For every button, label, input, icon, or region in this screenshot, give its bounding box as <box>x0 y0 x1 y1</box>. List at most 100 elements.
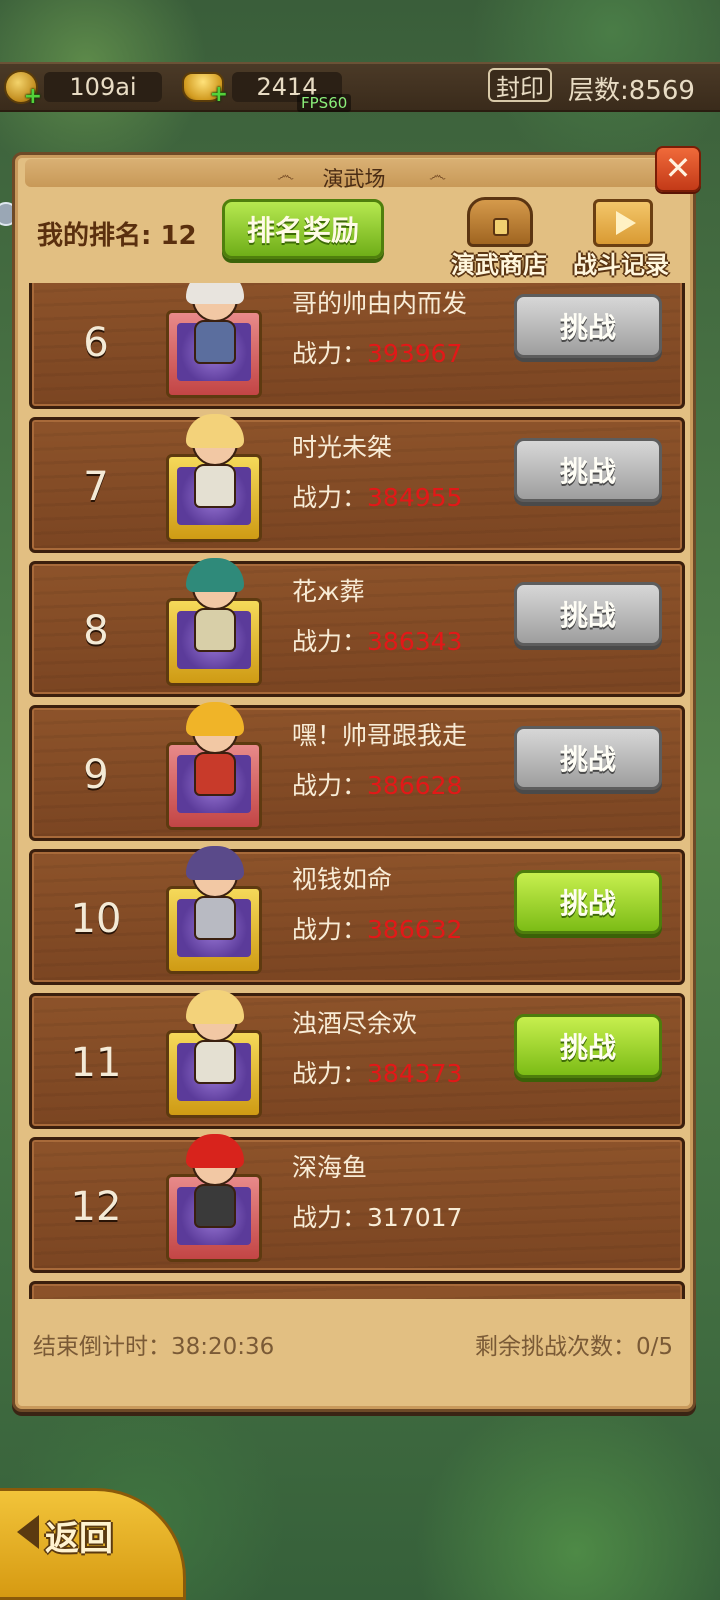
my-rank: 我的排名: 12 <box>37 221 197 251</box>
ranking-list[interactable]: 6 哥的帅由内而发 战力：393967 挑战 7 时光未桀 战力：384955 挑战 8 花ж葬战… <box>29 283 685 1299</box>
hero-body <box>194 1184 236 1228</box>
coin-icon: + <box>4 70 42 108</box>
combat-power-value: 386632 <box>367 915 463 944</box>
challenge-button[interactable]: 挑战 <box>514 438 662 502</box>
challenge-button[interactable]: 挑战 <box>514 870 662 934</box>
panel-title-bar: ෴ 演武场 ෴ <box>25 159 683 191</box>
hero-body <box>194 608 236 652</box>
hero-body <box>194 1040 236 1084</box>
combat-power: 战力：317017 <box>292 1198 462 1234</box>
remaining-challenges: 剩余挑战次数：0/5 <box>474 1334 673 1360</box>
rank-number: 10 <box>70 896 122 942</box>
arena-shop-label: 演武商店 <box>451 251 547 279</box>
treasure-chest-icon <box>467 197 533 247</box>
player-name: 时光未桀 <box>292 433 393 462</box>
combat-power-value: 393967 <box>367 339 463 368</box>
battle-record-button[interactable]: 战斗记录 <box>567 195 675 279</box>
seal-button[interactable]: 封印 <box>488 68 552 102</box>
ranking-row: 7 时光未桀战力：384955 挑战 <box>29 414 685 553</box>
combat-power-label: 战力： <box>292 771 368 800</box>
arena-shop-button[interactable]: 演武商店 <box>445 195 553 279</box>
combat-power-value: 317017 <box>367 1203 463 1232</box>
fps-counter: FPS60 <box>297 94 352 112</box>
hero-avatar <box>176 846 254 950</box>
combat-power: 战力：384373 <box>292 1054 462 1090</box>
swirl-ornament-icon: ෴ <box>429 165 447 186</box>
challenge-button[interactable]: 挑战 <box>514 294 662 358</box>
combat-power-label: 战力： <box>292 1059 368 1088</box>
add-icon: + <box>23 84 42 109</box>
combat-power: 战力：386632 <box>292 910 462 946</box>
ranking-row: 12 深海鱼战力：317017 <box>29 1134 685 1273</box>
panel-footer: 结束倒计时：38:20:36 剩余挑战次数：0/5 <box>33 1327 673 1363</box>
combat-power-label: 战力： <box>292 627 368 656</box>
rank-number: 8 <box>83 608 109 654</box>
hero-avatar <box>176 1134 254 1238</box>
hero-hair <box>186 702 244 736</box>
floor-count: 层数:8569 <box>568 76 695 106</box>
player-name: 深海鱼 <box>292 1153 368 1182</box>
rank-number: 6 <box>83 320 109 366</box>
add-icon: + <box>209 82 228 107</box>
challenge-button[interactable]: 挑战 <box>514 1014 662 1078</box>
hero-hair <box>186 990 244 1024</box>
player-name: 视钱如命 <box>292 865 393 894</box>
ranking-row-partial <box>29 1281 685 1299</box>
player-name: 花ж葬 <box>292 577 365 606</box>
ranking-row: 8 花ж葬战力：386343 挑战 <box>29 558 685 697</box>
battle-record-label: 战斗记录 <box>573 251 669 279</box>
panel-title: 演武场 <box>322 167 386 191</box>
player-name: 嘿！帅哥跟我走 <box>292 721 468 750</box>
rank-number: 9 <box>83 752 109 798</box>
combat-power-label: 战力： <box>292 1203 368 1232</box>
combat-power: 战力：386343 <box>292 622 462 658</box>
combat-power-label: 战力： <box>292 483 368 512</box>
back-label: 返回 <box>45 1519 113 1559</box>
combat-power-value: 386628 <box>367 771 463 800</box>
hero-hair <box>186 283 244 304</box>
end-countdown: 结束倒计时：38:20:36 <box>33 1334 275 1360</box>
combat-power-value: 386343 <box>367 627 463 656</box>
hero-avatar <box>176 990 254 1094</box>
rank-number: 11 <box>70 1040 122 1086</box>
combat-power: 战力：393967 <box>292 334 462 370</box>
back-arrow-icon <box>17 1515 39 1549</box>
combat-power-value: 384373 <box>367 1059 463 1088</box>
hero-body <box>194 464 236 508</box>
gold-ingot-icon: + <box>182 72 228 106</box>
challenge-button[interactable]: 挑战 <box>514 726 662 790</box>
rank-number: 12 <box>70 1184 122 1230</box>
close-button[interactable]: ✕ <box>655 146 701 192</box>
ranking-row: 11 浊酒尽余欢战力：384373 挑战 <box>29 990 685 1129</box>
rank-reward-button[interactable]: 排名奖励 <box>222 199 384 259</box>
hero-hair <box>186 558 244 592</box>
combat-power-label: 战力： <box>292 339 368 368</box>
combat-power: 战力：386628 <box>292 766 462 802</box>
combat-power-label: 战力： <box>292 915 368 944</box>
hero-hair <box>186 414 244 448</box>
hero-body <box>194 320 236 364</box>
hero-avatar <box>176 558 254 662</box>
coin-resource[interactable]: + 109ai <box>4 70 162 108</box>
coin-amount: 109ai <box>44 72 162 102</box>
combat-power: 战力：384955 <box>292 478 462 514</box>
hero-avatar <box>176 283 254 374</box>
challenge-button[interactable]: 挑战 <box>514 582 662 646</box>
ranking-row: 10 视钱如命战力：386632 挑战 <box>29 846 685 985</box>
hero-body <box>194 752 236 796</box>
player-name: 哥的帅由内而发 <box>292 289 468 318</box>
play-icon <box>593 199 653 247</box>
rank-number: 7 <box>83 464 109 510</box>
hero-avatar <box>176 414 254 518</box>
hero-avatar <box>176 702 254 806</box>
panel-header: 我的排名: 12 排名奖励 演武商店 战斗记录 <box>27 191 687 281</box>
ranking-row: 6 哥的帅由内而发 战力：393967 挑战 <box>29 283 685 409</box>
hero-hair <box>186 1134 244 1168</box>
hero-body <box>194 896 236 940</box>
player-name: 浊酒尽余欢 <box>292 1009 418 1038</box>
hero-hair <box>186 846 244 880</box>
combat-power-value: 384955 <box>367 483 463 512</box>
resource-bar: + 109ai + 2414 FPS60 封印 层数:8569 <box>0 62 720 112</box>
arena-panel: ෴ 演武场 ෴ 我的排名: 12 排名奖励 演武商店 战斗记录 6 哥的帅由内而发… <box>12 152 696 1412</box>
ranking-row: 9 嘿！帅哥跟我走 战力：386628 挑战 <box>29 702 685 841</box>
